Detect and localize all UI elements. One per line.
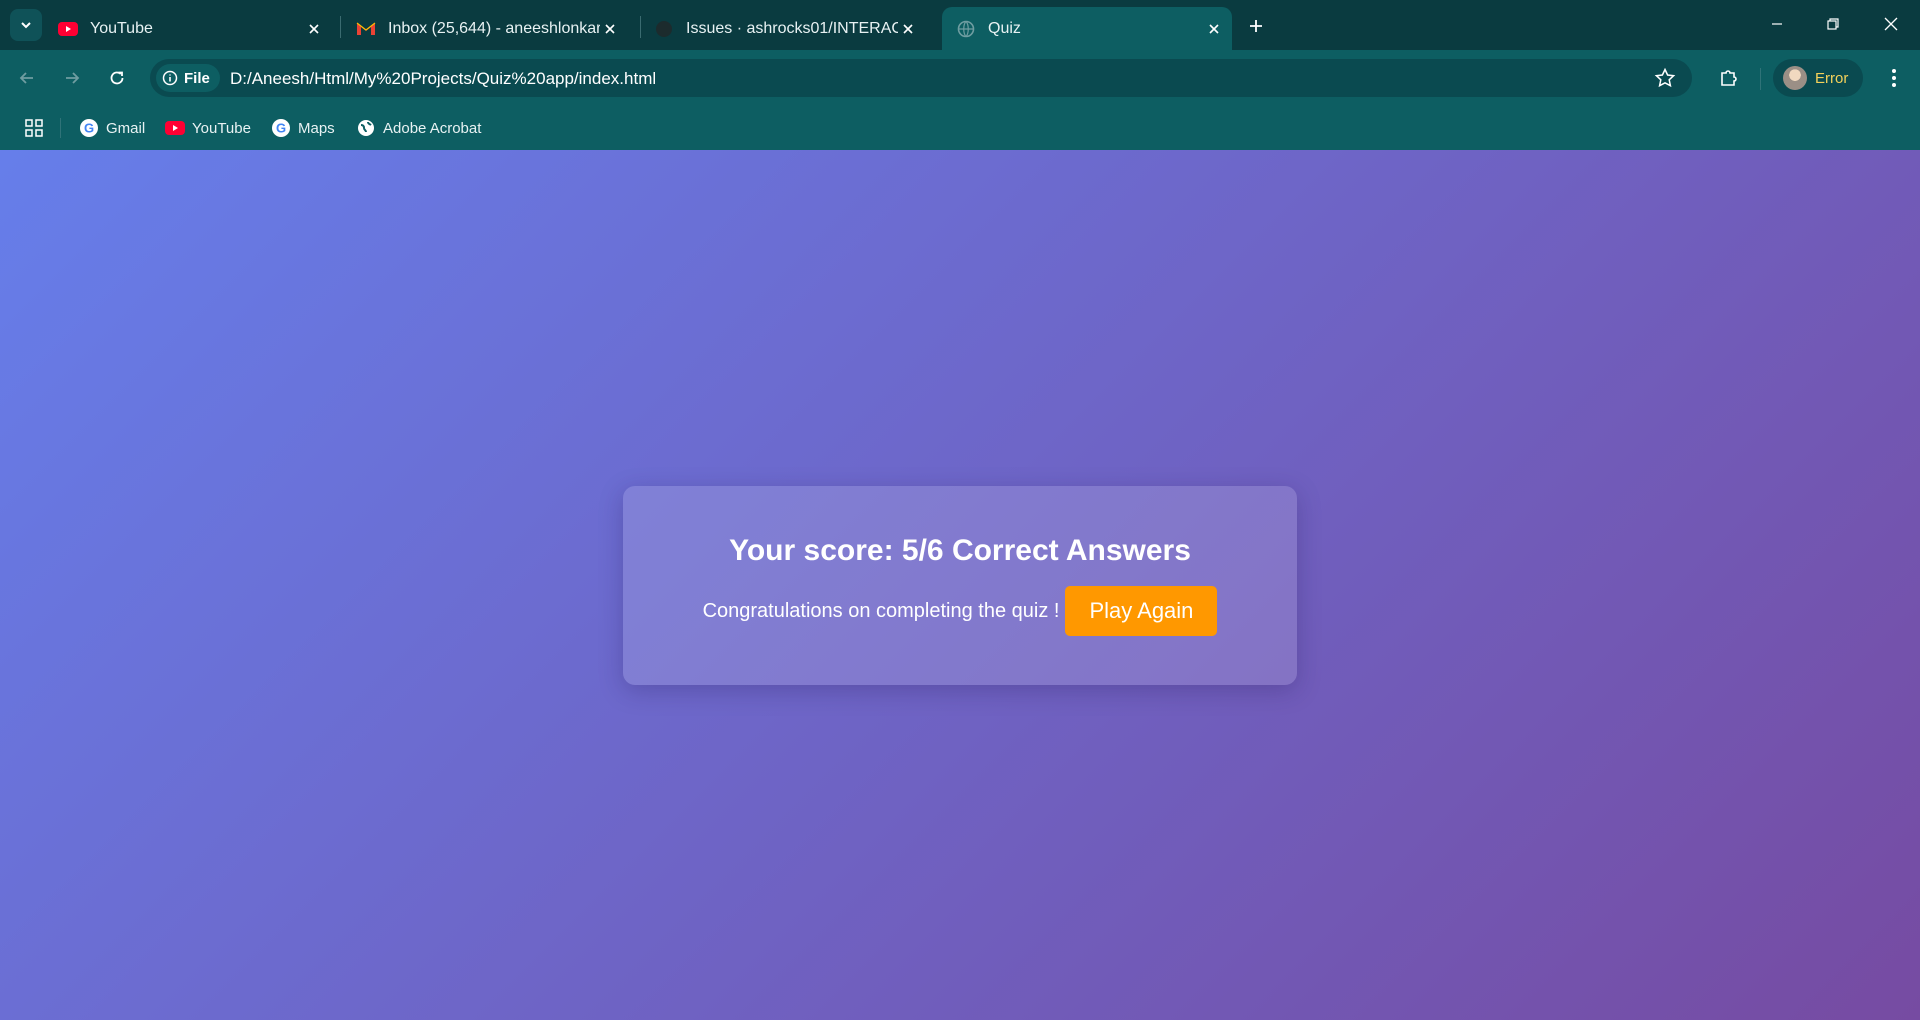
tab-divider xyxy=(340,16,341,38)
browser-menu-button[interactable] xyxy=(1878,62,1910,94)
reload-button[interactable] xyxy=(101,62,133,94)
play-again-button[interactable]: Play Again xyxy=(1065,586,1218,636)
bookmark-label: Adobe Acrobat xyxy=(383,119,482,137)
reload-icon xyxy=(110,71,124,85)
score-heading: Your score: 5/6 Correct Answers xyxy=(729,534,1191,567)
svg-text:G: G xyxy=(276,121,286,136)
apps-grid-icon xyxy=(25,119,43,137)
more-vertical-icon xyxy=(1892,69,1896,87)
tab-github-issues[interactable]: Issues · ashrocks01/INTERACTIV xyxy=(654,7,926,50)
youtube-icon xyxy=(58,19,78,39)
google-icon: G xyxy=(79,118,99,138)
chevron-down-icon xyxy=(21,22,31,29)
puzzle-icon xyxy=(1721,70,1737,86)
github-icon xyxy=(654,19,674,39)
tab-youtube[interactable]: YouTube xyxy=(58,7,332,50)
close-icon xyxy=(1884,17,1898,31)
bookmark-label: YouTube xyxy=(192,119,251,137)
svg-text:G: G xyxy=(84,121,94,136)
bookmark-adobe-acrobat[interactable]: Adobe Acrobat xyxy=(356,116,481,140)
profile-button[interactable]: Error xyxy=(1773,59,1863,97)
arrow-left-icon xyxy=(19,72,33,84)
site-info-label: File xyxy=(184,69,210,87)
toolbar-divider xyxy=(1760,68,1761,90)
bookmark-label: Gmail xyxy=(106,119,146,137)
gmail-icon xyxy=(356,19,376,39)
close-tab-icon[interactable] xyxy=(898,19,918,39)
back-button[interactable] xyxy=(11,62,43,94)
minimize-icon xyxy=(1772,23,1782,25)
close-tab-icon[interactable] xyxy=(304,19,324,39)
restore-icon xyxy=(1827,18,1839,30)
congratulations-text: Congratulations on completing the quiz ! xyxy=(702,599,1060,622)
extensions-button[interactable] xyxy=(1713,62,1745,94)
bookmark-star-icon[interactable] xyxy=(1654,67,1676,94)
minimize-button[interactable] xyxy=(1754,8,1800,40)
close-tab-icon[interactable] xyxy=(1204,19,1224,39)
url-text[interactable]: D:/Aneesh/Html/My%20Projects/Quiz%20app/… xyxy=(230,69,656,89)
tab-title: Inbox (25,644) - aneeshlonkar@ xyxy=(388,19,600,37)
bookmark-youtube[interactable]: YouTube xyxy=(165,116,251,140)
close-tab-icon[interactable] xyxy=(600,19,620,39)
forward-button[interactable] xyxy=(56,62,88,94)
close-window-button[interactable] xyxy=(1868,8,1914,40)
info-icon xyxy=(162,70,178,86)
browser-toolbar: File D:/Aneesh/Html/My%20Projects/Quiz%2… xyxy=(0,50,1920,106)
globe-icon xyxy=(956,19,976,39)
tab-title: Quiz xyxy=(988,19,1021,37)
tab-strip: YouTube Inbox (25,644) - aneeshlonkar@ I… xyxy=(0,0,1920,50)
globe-icon xyxy=(356,118,376,138)
google-icon: G xyxy=(271,118,291,138)
restore-button[interactable] xyxy=(1810,8,1856,40)
plus-icon xyxy=(1250,20,1262,32)
bookmarks-bar: G Gmail YouTube G Maps Adobe Acrobat xyxy=(0,106,1920,150)
bookmarks-divider xyxy=(60,118,61,138)
tab-title: Issues · ashrocks01/INTERACTIV xyxy=(686,19,898,37)
new-tab-button[interactable] xyxy=(1244,14,1268,38)
youtube-icon xyxy=(165,118,185,138)
result-card: Your score: 5/6 Correct Answers Congratu… xyxy=(623,486,1297,685)
tab-search-button[interactable] xyxy=(10,9,42,41)
arrow-right-icon xyxy=(66,72,80,84)
apps-button[interactable] xyxy=(22,116,46,140)
site-info-chip[interactable]: File xyxy=(156,64,220,92)
avatar xyxy=(1783,66,1807,90)
bookmark-label: Maps xyxy=(298,119,335,137)
bookmark-maps[interactable]: G Maps xyxy=(271,116,335,140)
result-row: Congratulations on completing the quiz !… xyxy=(703,586,1218,636)
tab-divider xyxy=(640,16,641,38)
tab-title: YouTube xyxy=(90,19,153,37)
tab-quiz[interactable]: Quiz xyxy=(942,7,1232,50)
quiz-page: Your score: 5/6 Correct Answers Congratu… xyxy=(0,150,1920,1020)
profile-status-label: Error xyxy=(1815,69,1849,87)
address-bar[interactable]: File D:/Aneesh/Html/My%20Projects/Quiz%2… xyxy=(150,59,1692,97)
tab-gmail[interactable]: Inbox (25,644) - aneeshlonkar@ xyxy=(356,7,628,50)
bookmark-gmail[interactable]: G Gmail xyxy=(79,116,145,140)
